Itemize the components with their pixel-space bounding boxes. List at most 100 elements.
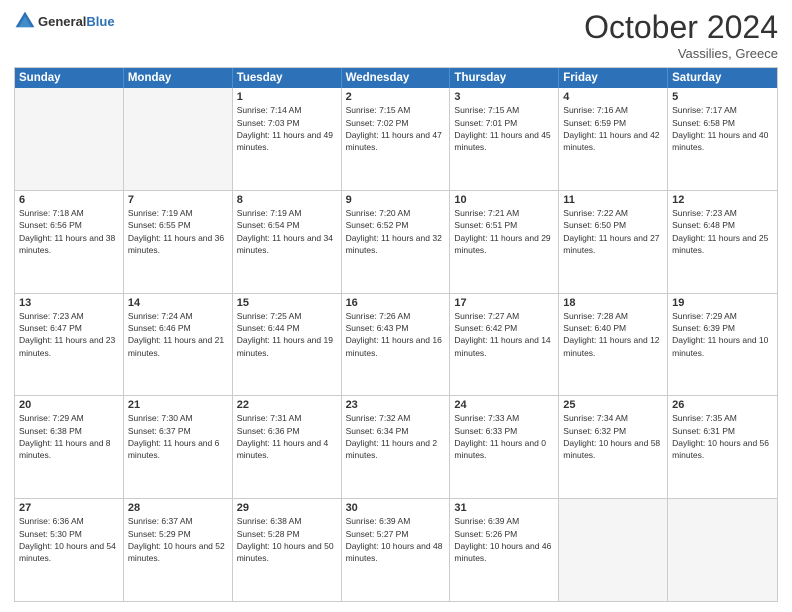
calendar: SundayMondayTuesdayWednesdayThursdayFrid…: [14, 67, 778, 602]
sunrise-text: Sunrise: 7:23 AM: [672, 207, 773, 219]
sunrise-text: Sunrise: 7:19 AM: [237, 207, 337, 219]
daylight-text: Daylight: 11 hours and 14 minutes.: [454, 334, 554, 359]
calendar-cell: 16Sunrise: 7:26 AMSunset: 6:43 PMDayligh…: [342, 294, 451, 396]
sunset-text: Sunset: 6:55 PM: [128, 219, 228, 231]
calendar-cell: 28Sunrise: 6:37 AMSunset: 5:29 PMDayligh…: [124, 499, 233, 601]
calendar-cell: 3Sunrise: 7:15 AMSunset: 7:01 PMDaylight…: [450, 88, 559, 190]
header-day-thursday: Thursday: [450, 68, 559, 88]
sunrise-text: Sunrise: 7:33 AM: [454, 412, 554, 424]
header-day-friday: Friday: [559, 68, 668, 88]
calendar-cell: [668, 499, 777, 601]
daylight-text: Daylight: 11 hours and 32 minutes.: [346, 232, 446, 257]
daylight-text: Daylight: 11 hours and 4 minutes.: [237, 437, 337, 462]
daylight-text: Daylight: 10 hours and 48 minutes.: [346, 540, 446, 565]
sunrise-text: Sunrise: 7:17 AM: [672, 104, 773, 116]
sunrise-text: Sunrise: 6:37 AM: [128, 515, 228, 527]
day-number: 19: [672, 297, 773, 309]
sunset-text: Sunset: 6:32 PM: [563, 425, 663, 437]
sunset-text: Sunset: 5:26 PM: [454, 528, 554, 540]
day-number: 26: [672, 399, 773, 411]
sunset-text: Sunset: 6:51 PM: [454, 219, 554, 231]
sunrise-text: Sunrise: 7:18 AM: [19, 207, 119, 219]
calendar-cell: 15Sunrise: 7:25 AMSunset: 6:44 PMDayligh…: [233, 294, 342, 396]
calendar-row-0: 1Sunrise: 7:14 AMSunset: 7:03 PMDaylight…: [15, 88, 777, 190]
daylight-text: Daylight: 11 hours and 10 minutes.: [672, 334, 773, 359]
sunset-text: Sunset: 6:54 PM: [237, 219, 337, 231]
sunrise-text: Sunrise: 7:29 AM: [19, 412, 119, 424]
sunrise-text: Sunrise: 7:28 AM: [563, 310, 663, 322]
calendar-cell: [559, 499, 668, 601]
day-number: 8: [237, 194, 337, 206]
sunrise-text: Sunrise: 7:24 AM: [128, 310, 228, 322]
calendar-cell: 30Sunrise: 6:39 AMSunset: 5:27 PMDayligh…: [342, 499, 451, 601]
calendar-cell: 23Sunrise: 7:32 AMSunset: 6:34 PMDayligh…: [342, 396, 451, 498]
month-title: October 2024: [584, 10, 778, 45]
day-number: 4: [563, 91, 663, 103]
day-number: 12: [672, 194, 773, 206]
sunset-text: Sunset: 6:48 PM: [672, 219, 773, 231]
sunrise-text: Sunrise: 6:39 AM: [346, 515, 446, 527]
sunrise-text: Sunrise: 7:34 AM: [563, 412, 663, 424]
day-number: 30: [346, 502, 446, 514]
daylight-text: Daylight: 11 hours and 47 minutes.: [346, 129, 446, 154]
sunset-text: Sunset: 5:28 PM: [237, 528, 337, 540]
day-number: 23: [346, 399, 446, 411]
day-number: 22: [237, 399, 337, 411]
sunset-text: Sunset: 7:01 PM: [454, 117, 554, 129]
header-day-sunday: Sunday: [15, 68, 124, 88]
sunset-text: Sunset: 6:52 PM: [346, 219, 446, 231]
sunset-text: Sunset: 5:29 PM: [128, 528, 228, 540]
calendar-row-3: 20Sunrise: 7:29 AMSunset: 6:38 PMDayligh…: [15, 395, 777, 498]
calendar-cell: 18Sunrise: 7:28 AMSunset: 6:40 PMDayligh…: [559, 294, 668, 396]
daylight-text: Daylight: 11 hours and 23 minutes.: [19, 334, 119, 359]
sunrise-text: Sunrise: 7:20 AM: [346, 207, 446, 219]
sunset-text: Sunset: 6:47 PM: [19, 322, 119, 334]
daylight-text: Daylight: 11 hours and 27 minutes.: [563, 232, 663, 257]
calendar-cell: 21Sunrise: 7:30 AMSunset: 6:37 PMDayligh…: [124, 396, 233, 498]
sunrise-text: Sunrise: 6:36 AM: [19, 515, 119, 527]
sunrise-text: Sunrise: 7:15 AM: [346, 104, 446, 116]
calendar-cell: 19Sunrise: 7:29 AMSunset: 6:39 PMDayligh…: [668, 294, 777, 396]
sunrise-text: Sunrise: 7:22 AM: [563, 207, 663, 219]
location: Vassilies, Greece: [584, 46, 778, 61]
sunset-text: Sunset: 6:50 PM: [563, 219, 663, 231]
calendar-cell: 24Sunrise: 7:33 AMSunset: 6:33 PMDayligh…: [450, 396, 559, 498]
day-number: 13: [19, 297, 119, 309]
calendar-cell: 2Sunrise: 7:15 AMSunset: 7:02 PMDaylight…: [342, 88, 451, 190]
day-number: 2: [346, 91, 446, 103]
calendar-cell: 17Sunrise: 7:27 AMSunset: 6:42 PMDayligh…: [450, 294, 559, 396]
daylight-text: Daylight: 10 hours and 58 minutes.: [563, 437, 663, 462]
day-number: 1: [237, 91, 337, 103]
sunset-text: Sunset: 6:46 PM: [128, 322, 228, 334]
page: GeneralBlue October 2024 Vassilies, Gree…: [0, 0, 792, 612]
daylight-text: Daylight: 10 hours and 46 minutes.: [454, 540, 554, 565]
sunset-text: Sunset: 6:59 PM: [563, 117, 663, 129]
day-number: 27: [19, 502, 119, 514]
calendar-cell: 27Sunrise: 6:36 AMSunset: 5:30 PMDayligh…: [15, 499, 124, 601]
daylight-text: Daylight: 11 hours and 49 minutes.: [237, 129, 337, 154]
header-day-wednesday: Wednesday: [342, 68, 451, 88]
calendar-row-4: 27Sunrise: 6:36 AMSunset: 5:30 PMDayligh…: [15, 498, 777, 601]
sunrise-text: Sunrise: 7:26 AM: [346, 310, 446, 322]
day-number: 28: [128, 502, 228, 514]
sunrise-text: Sunrise: 7:31 AM: [237, 412, 337, 424]
calendar-cell: 8Sunrise: 7:19 AMSunset: 6:54 PMDaylight…: [233, 191, 342, 293]
day-number: 10: [454, 194, 554, 206]
sunrise-text: Sunrise: 7:29 AM: [672, 310, 773, 322]
daylight-text: Daylight: 11 hours and 40 minutes.: [672, 129, 773, 154]
daylight-text: Daylight: 11 hours and 6 minutes.: [128, 437, 228, 462]
day-number: 25: [563, 399, 663, 411]
daylight-text: Daylight: 11 hours and 36 minutes.: [128, 232, 228, 257]
sunrise-text: Sunrise: 7:32 AM: [346, 412, 446, 424]
sunset-text: Sunset: 5:27 PM: [346, 528, 446, 540]
logo: GeneralBlue: [14, 12, 115, 32]
sunrise-text: Sunrise: 7:14 AM: [237, 104, 337, 116]
sunrise-text: Sunrise: 7:15 AM: [454, 104, 554, 116]
daylight-text: Daylight: 11 hours and 45 minutes.: [454, 129, 554, 154]
calendar-header: SundayMondayTuesdayWednesdayThursdayFrid…: [15, 68, 777, 88]
logo-icon: [14, 10, 36, 32]
daylight-text: Daylight: 11 hours and 8 minutes.: [19, 437, 119, 462]
daylight-text: Daylight: 10 hours and 54 minutes.: [19, 540, 119, 565]
calendar-cell: 11Sunrise: 7:22 AMSunset: 6:50 PMDayligh…: [559, 191, 668, 293]
daylight-text: Daylight: 10 hours and 52 minutes.: [128, 540, 228, 565]
